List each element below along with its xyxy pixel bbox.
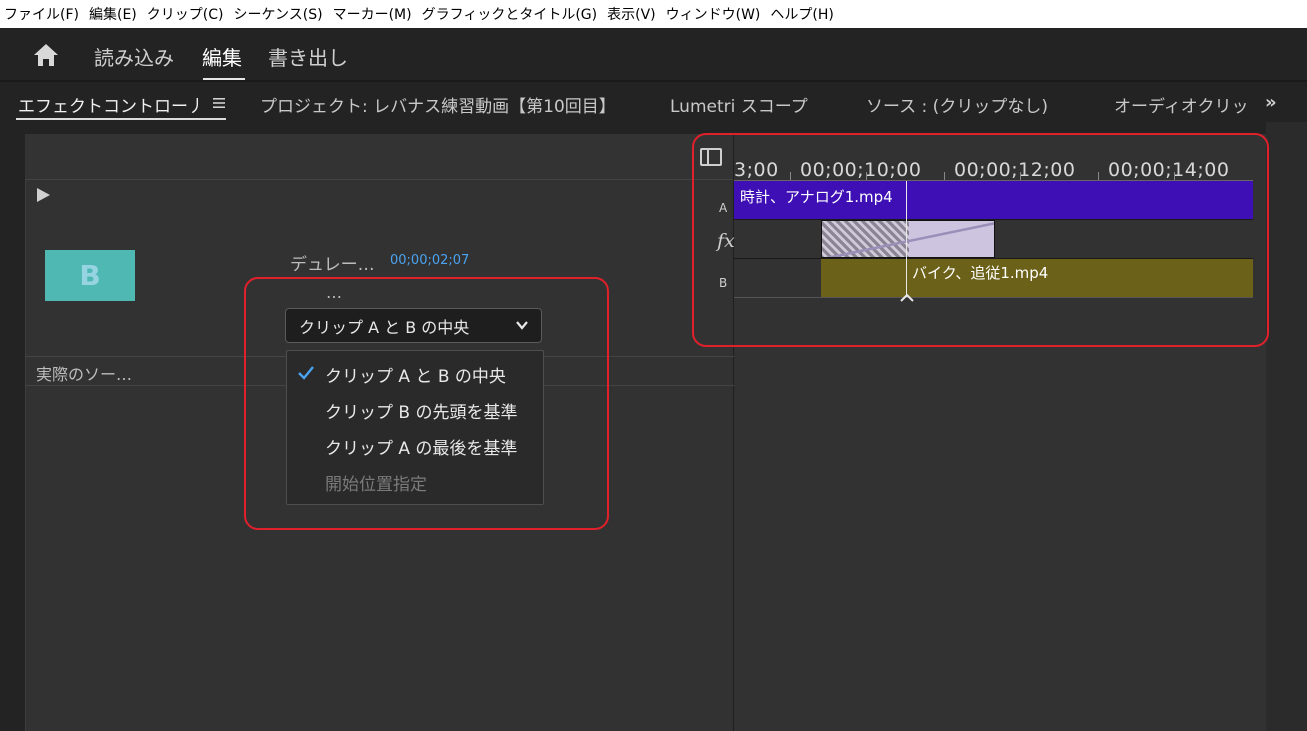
tab-import[interactable]: 読み込み [94,42,174,71]
menu-help[interactable]: ヘルプ(H) [770,4,833,24]
tab-edit[interactable]: 編集 [202,42,242,71]
panel-tab-source[interactable]: ソース : (クリップなし) [866,92,1048,117]
thumbnail-letter: B [79,259,101,292]
panel-menu-icon[interactable] [213,97,225,109]
panel-tab-bar: エフェクトコントロー丿 プロジェクト: レバナス練習動画【第10回目】 Lume… [0,84,1307,122]
home-icon[interactable] [32,42,60,68]
panel-tab-underline [16,118,226,120]
transition-thumbnail: B [45,250,135,301]
panel-tab-project[interactable]: プロジェクト: レバナス練習動画【第10回目】 [260,92,616,117]
menu-clip[interactable]: クリップ(C) [147,4,224,24]
menu-view[interactable]: 表示(V) [607,4,656,24]
menu-file[interactable]: ファイル(F) [4,4,79,24]
actual-source-label: 実際のソー… [36,365,133,384]
workspace-bar: 読み込み 編集 書き出し [0,28,1307,82]
left-gutter [0,122,25,731]
menu-window[interactable]: ウィンドウ(W) [666,4,761,24]
menu-marker[interactable]: マーカー(M) [333,4,412,24]
panel-tab-effect-controls[interactable]: エフェクトコントロー丿 [18,92,205,117]
duration-label: デュレー… [290,255,375,275]
play-icon[interactable] [37,188,50,202]
menu-bar: ファイル(F) 編集(E) クリップ(C) シーケンス(S) マーカー(M) グ… [0,0,1307,28]
panel-tab-audio-clip[interactable]: オーディオクリッ [1114,92,1256,117]
highlight-timeline [692,133,1269,347]
effect-controls-header [25,134,734,180]
tab-export[interactable]: 書き出し [268,42,348,71]
panel-tab-lumetri[interactable]: Lumetri スコープ [670,92,808,117]
double-chevron-right-icon[interactable]: » [1265,92,1277,113]
duration-value[interactable]: 00;00;02;07 [390,253,469,268]
menu-edit[interactable]: 編集(E) [89,4,137,24]
active-tab-underline [203,78,245,80]
menu-graphics[interactable]: グラフィックとタイトル(G) [422,4,598,24]
highlight-alignment-dropdown [244,277,609,530]
menu-sequence[interactable]: シーケンス(S) [233,4,322,24]
right-gutter [1266,122,1307,731]
